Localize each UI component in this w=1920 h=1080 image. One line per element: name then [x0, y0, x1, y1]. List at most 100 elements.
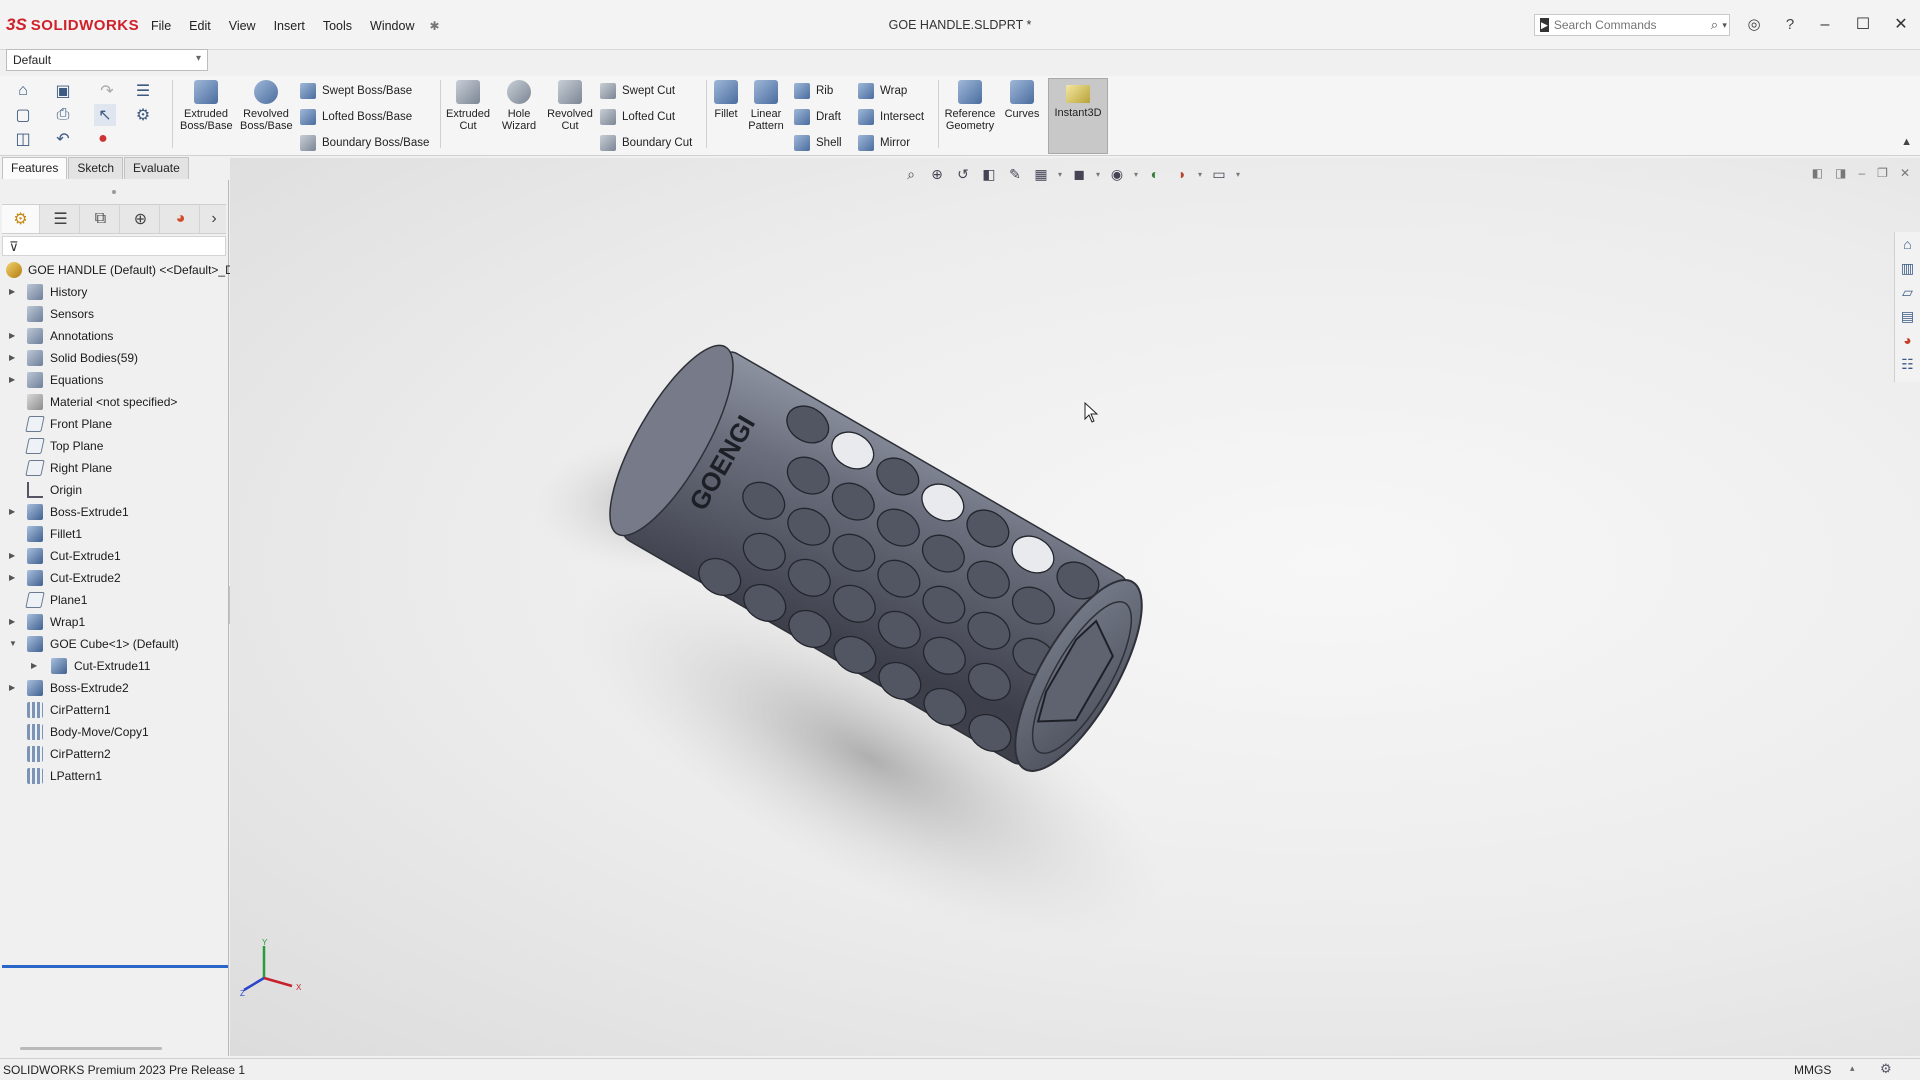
3d-model-view[interactable]: GOENGI	[230, 158, 1920, 1056]
undo-icon[interactable]: ↶	[52, 128, 74, 150]
feature-manager-tab-icon[interactable]: ⚙	[2, 205, 40, 233]
configuration-dropdown[interactable]: Default ▾	[6, 49, 208, 71]
display-manager-tab-icon[interactable]: ◕	[162, 205, 200, 233]
open-document-icon[interactable]: ◫	[12, 128, 34, 150]
menu-file[interactable]: File	[142, 17, 180, 35]
draft-button[interactable]: Draft	[794, 106, 841, 128]
curves-button[interactable]: Curves	[998, 80, 1046, 144]
dimxpert-manager-tab-icon[interactable]: ⊕	[122, 205, 160, 233]
wrap-button[interactable]: Wrap	[858, 80, 907, 102]
select-icon[interactable]: ↖	[94, 104, 116, 126]
boundary-cut-button[interactable]: Boundary Cut	[600, 132, 692, 154]
menu-tools[interactable]: Tools	[314, 17, 361, 35]
magnifier-icon[interactable]: ⌕	[1709, 17, 1720, 33]
graphics-viewport[interactable]: ⌕ ⊕ ↺ ◧ ✎ ▦ ▾ ◼ ▾ ◉ ▾ ◐ ◑ ▾ ▭ ▾ ◧ ◨ – ❐ …	[230, 158, 1920, 1056]
search-commands-box[interactable]: ▶ ⌕ ▾	[1534, 14, 1730, 36]
customize-status-icon[interactable]: ⚙	[1880, 1061, 1892, 1077]
swept-boss-button[interactable]: Swept Boss/Base	[300, 80, 412, 102]
user-account-icon[interactable]: ◎	[1744, 15, 1764, 35]
mirror-button[interactable]: Mirror	[858, 132, 910, 154]
expand-arrow-icon[interactable]: ▶	[9, 369, 15, 391]
tab-features[interactable]: Features	[2, 157, 68, 179]
tab-evaluate[interactable]: Evaluate	[124, 157, 189, 179]
menu-edit[interactable]: Edit	[180, 17, 220, 35]
expand-arrow-icon[interactable]: ▶	[9, 347, 15, 369]
expand-arrow-icon[interactable]: ▶	[9, 611, 15, 633]
tree-item[interactable]: ▶ History	[0, 281, 228, 303]
rebuild-icon[interactable]: ●	[92, 128, 114, 150]
tree-item[interactable]: ▶ Boss-Extrude1	[0, 501, 228, 523]
print-icon[interactable]: ⎙	[52, 104, 74, 126]
redo-icon[interactable]: ↷	[96, 80, 118, 102]
revolved-boss-button[interactable]: Revolved Boss/Base	[240, 80, 293, 144]
options-gear-icon[interactable]: ⚙	[132, 104, 154, 126]
search-commands-input[interactable]	[1553, 18, 1709, 32]
collapse-arrow-icon[interactable]: ▼	[9, 633, 17, 655]
collapse-ribbon-icon[interactable]: ▲	[1901, 136, 1912, 148]
tree-item[interactable]: ▶ Annotations	[0, 325, 228, 347]
tree-item[interactable]: ▶ Wrap1	[0, 611, 228, 633]
tree-item[interactable]: ▼ GOE Cube<1> (Default)	[0, 633, 228, 655]
swept-cut-button[interactable]: Swept Cut	[600, 80, 675, 102]
tree-item[interactable]: CirPattern2	[0, 743, 228, 765]
close-window-button[interactable]: ✕	[1886, 12, 1916, 38]
home-icon[interactable]: ⌂	[12, 80, 34, 102]
tree-item[interactable]: Plane1	[0, 589, 228, 611]
tree-item[interactable]: CirPattern1	[0, 699, 228, 721]
solidworks-logo[interactable]: 3S SOLIDWORKS	[6, 13, 139, 37]
tree-item[interactable]: ▶ Boss-Extrude2	[0, 677, 228, 699]
tree-item[interactable]: Top Plane	[0, 435, 228, 457]
tree-item[interactable]: Material <not specified>	[0, 391, 228, 413]
hole-wizard-button[interactable]: Hole Wizard	[493, 80, 545, 144]
expand-arrow-icon[interactable]: ▶	[9, 677, 15, 699]
unit-system[interactable]: MMGS	[1794, 1063, 1831, 1077]
unit-dropdown-icon[interactable]: ▴	[1850, 1063, 1855, 1074]
menu-window[interactable]: Window	[361, 17, 423, 35]
tree-item[interactable]: Front Plane	[0, 413, 228, 435]
tree-item[interactable]: Body-Move/Copy1	[0, 721, 228, 743]
tree-item[interactable]: ▶ Equations	[0, 369, 228, 391]
chevron-right-icon[interactable]: ›	[202, 205, 226, 233]
lofted-boss-button[interactable]: Lofted Boss/Base	[300, 106, 412, 128]
tree-item[interactable]: ▶ Cut-Extrude2	[0, 567, 228, 589]
tree-filter[interactable]: ⊽	[2, 236, 226, 256]
shell-button[interactable]: Shell	[794, 132, 842, 154]
tree-item[interactable]: Sensors	[0, 303, 228, 325]
search-dropdown-icon[interactable]: ▾	[1720, 20, 1729, 31]
tree-root-part[interactable]: GOE HANDLE (Default) <<Default>_D	[0, 259, 234, 281]
tree-item[interactable]: ▶ Cut-Extrude11	[0, 655, 228, 677]
save-icon[interactable]: ▣	[52, 80, 74, 102]
panel-grip-handle[interactable]	[112, 190, 116, 194]
tree-item[interactable]: LPattern1	[0, 765, 228, 787]
panel-horizontal-scrollbar[interactable]	[20, 1047, 162, 1050]
tree-item[interactable]: ▶ Cut-Extrude1	[0, 545, 228, 567]
new-document-icon[interactable]: ▢	[12, 104, 34, 126]
expand-arrow-icon[interactable]: ▶	[9, 545, 15, 567]
reference-geometry-button[interactable]: Reference Geometry	[942, 80, 998, 144]
tab-sketch[interactable]: Sketch	[68, 157, 124, 179]
maximize-button[interactable]: ☐	[1848, 12, 1878, 38]
revolved-cut-button[interactable]: Revolved Cut	[544, 80, 596, 144]
expand-arrow-icon[interactable]: ▶	[9, 325, 15, 347]
linear-pattern-button[interactable]: Linear Pattern	[740, 80, 792, 144]
tree-item[interactable]: ▶ Solid Bodies(59)	[0, 347, 228, 369]
boundary-boss-button[interactable]: Boundary Boss/Base	[300, 132, 429, 154]
pin-menu-icon[interactable]: ✱	[424, 17, 446, 35]
lofted-cut-button[interactable]: Lofted Cut	[600, 106, 675, 128]
tree-item[interactable]: Right Plane	[0, 457, 228, 479]
help-icon[interactable]: ?	[1780, 15, 1800, 35]
expand-arrow-icon[interactable]: ▶	[9, 501, 15, 523]
expand-arrow-icon[interactable]: ▶	[31, 655, 37, 677]
minimize-button[interactable]: –	[1810, 12, 1840, 38]
intersect-button[interactable]: Intersect	[858, 106, 924, 128]
extruded-boss-button[interactable]: Extruded Boss/Base	[180, 80, 233, 144]
tree-item[interactable]: Origin	[0, 479, 228, 501]
rollback-bar[interactable]	[2, 965, 228, 968]
expand-arrow-icon[interactable]: ▶	[9, 281, 15, 303]
property-manager-tab-icon[interactable]: ☰	[42, 205, 80, 233]
extruded-cut-button[interactable]: Extruded Cut	[442, 80, 494, 144]
tree-item[interactable]: Fillet1	[0, 523, 228, 545]
configuration-manager-tab-icon[interactable]: ⧉	[82, 205, 120, 233]
menu-view[interactable]: View	[220, 17, 265, 35]
instant3d-button[interactable]: Instant3D	[1048, 78, 1108, 154]
